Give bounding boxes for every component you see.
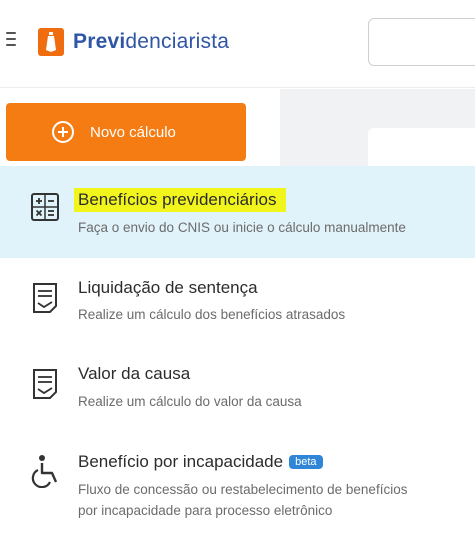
menu-item-valor-da-causa[interactable]: Valor da causa Realize um cálculo do val…	[0, 346, 475, 434]
brand-name-rest: denciarista	[125, 30, 230, 53]
menu-item-description-line2: por incapacidade para processo eletrônic…	[78, 503, 333, 518]
menu-item-beneficios-previdenciarios[interactable]: Benefícios previdenciários Faça o envio …	[0, 166, 475, 258]
menu-icon[interactable]	[6, 32, 16, 50]
new-calculation-button[interactable]: Novo cálculo	[6, 103, 246, 161]
menu-item-title: Liquidação de sentença	[78, 278, 258, 297]
plus-circle-icon	[52, 121, 74, 143]
menu-item-title: Valor da causa	[78, 364, 191, 383]
logo-icon	[38, 28, 64, 56]
menu-item-description: Realize um cálculo dos benefícios atrasa…	[78, 307, 346, 322]
top-bar: Previdenciarista	[0, 0, 475, 88]
brand-name-bold: Previ	[73, 30, 126, 53]
menu-item-title-text: Benefício por incapacidade	[78, 452, 284, 471]
wheelchair-icon	[30, 454, 60, 489]
document-icon	[30, 282, 60, 313]
new-calculation-menu: Benefícios previdenciários Faça o envio …	[0, 166, 475, 537]
document-icon	[30, 368, 60, 399]
menu-item-title: Benefícios previdenciários	[74, 188, 287, 212]
beta-badge: beta	[289, 455, 323, 469]
calculator-icon	[30, 192, 60, 222]
new-calculation-label: Novo cálculo	[90, 123, 176, 141]
menu-item-description: Realize um cálculo do valor da causa	[78, 394, 302, 409]
brand-name[interactable]: Previdenciarista	[73, 30, 229, 54]
menu-item-title: Benefício por incapacidade beta	[78, 452, 323, 472]
menu-item-liquidacao-de-sentenca[interactable]: Liquidação de sentença Realize um cálcul…	[0, 258, 475, 346]
menu-item-description: Faça o envio do CNIS ou inicie o cálculo…	[78, 220, 406, 235]
menu-item-description: Fluxo de concessão ou restabelecimento d…	[78, 482, 408, 497]
menu-item-beneficio-por-incapacidade[interactable]: Benefício por incapacidade beta Fluxo de …	[0, 434, 475, 537]
search-input[interactable]	[368, 18, 475, 66]
